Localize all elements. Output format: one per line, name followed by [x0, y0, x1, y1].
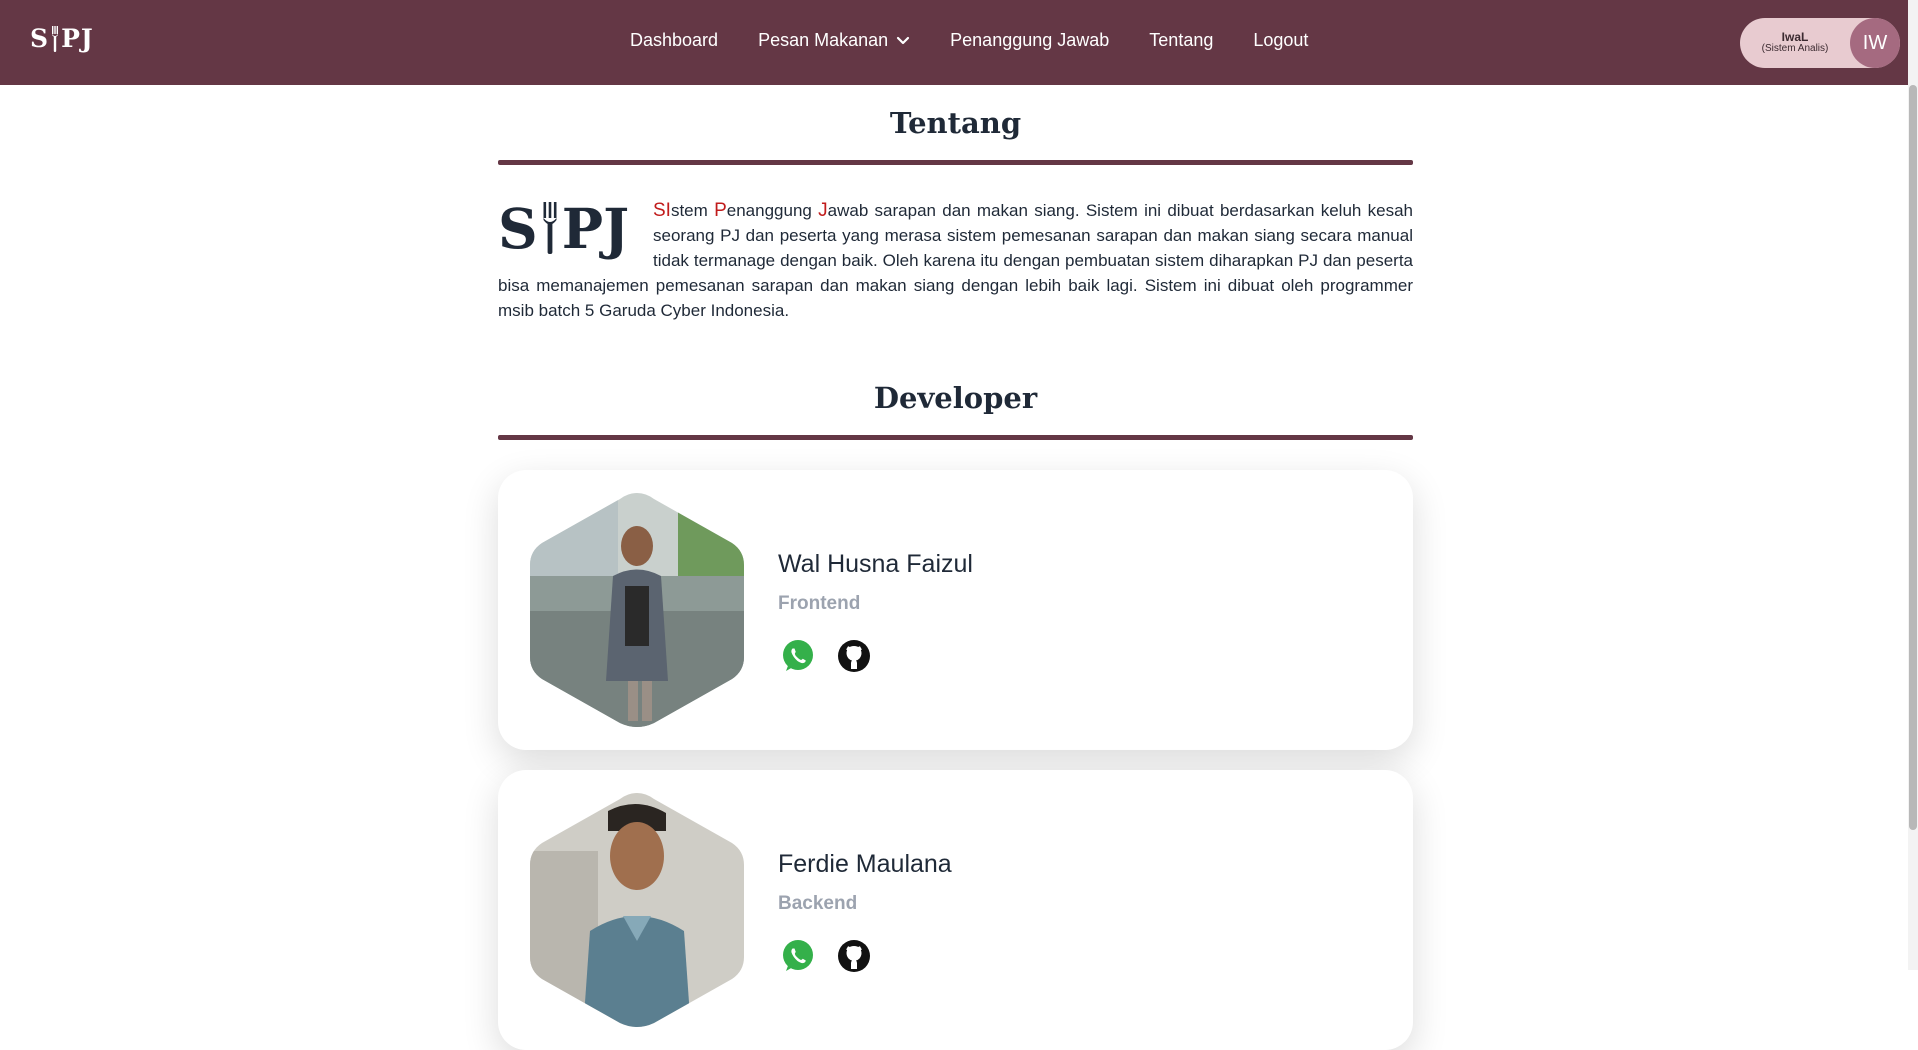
about-accent-si: SI — [653, 200, 671, 221]
user-info: IwaL (Sistem Analis) — [1740, 31, 1850, 54]
github-icon[interactable] — [836, 938, 872, 974]
about-text-2: enanggung — [726, 201, 819, 220]
nav-logout[interactable]: Logout — [1253, 30, 1308, 51]
brand-letter-s: S — [30, 24, 50, 53]
nav-pesan-makanan[interactable]: Pesan Makanan — [758, 30, 910, 51]
developer-role: Backend — [778, 893, 858, 914]
about-text-1: stem — [670, 201, 715, 220]
nav-penanggung-jawab[interactable]: Penanggung Jawab — [950, 30, 1109, 51]
avatar[interactable]: IW — [1850, 18, 1900, 68]
fork-icon — [543, 202, 557, 254]
about-description: S PJ SIstem Penanggung Jawab sarapan dan… — [498, 198, 1413, 323]
developer-title: Developer — [873, 381, 1038, 415]
about-logo-pj: PJ — [561, 195, 630, 261]
developer-social-links — [780, 638, 872, 674]
about-accent-p: P — [714, 200, 727, 221]
developer-role: Frontend — [778, 593, 861, 614]
brand-logo[interactable]: S PJ — [30, 24, 94, 53]
scrollbar[interactable] — [1908, 0, 1918, 970]
developer-card: Ferdie Maulana Backend — [498, 770, 1413, 1050]
developer-name: Ferdie Maulana — [778, 850, 952, 878]
developer-photo — [530, 493, 744, 727]
brand-letters-pj: PJ — [61, 24, 94, 53]
about-divider — [498, 160, 1413, 165]
whatsapp-icon[interactable] — [780, 638, 816, 674]
nav-dashboard[interactable]: Dashboard — [630, 30, 718, 51]
about-logo-s: S — [498, 195, 538, 261]
user-menu[interactable]: IwaL (Sistem Analis) IW — [1740, 18, 1900, 68]
main-nav: Dashboard Pesan Makanan Penanggung Jawab… — [630, 30, 1308, 51]
chevron-down-icon — [897, 36, 910, 44]
about-title: Tentang — [889, 106, 1022, 140]
developer-divider — [498, 435, 1413, 440]
nav-pesan-makanan-label: Pesan Makanan — [758, 30, 889, 50]
developer-card: Wal Husna Faizul Frontend — [498, 470, 1413, 750]
developer-name: Wal Husna Faizul — [778, 550, 973, 578]
user-role: (Sistem Analis) — [1761, 43, 1829, 55]
nav-tentang[interactable]: Tentang — [1149, 30, 1213, 51]
scrollbar-thumb[interactable] — [1909, 85, 1917, 830]
fork-icon — [52, 25, 59, 52]
developer-photo — [530, 793, 744, 1027]
top-navbar: S PJ Dashboard Pesan Makanan Penanggung … — [0, 0, 1908, 85]
about-logo: S PJ — [498, 198, 643, 258]
whatsapp-icon[interactable] — [780, 938, 816, 974]
github-icon[interactable] — [836, 638, 872, 674]
about-accent-j: J — [818, 200, 828, 221]
developer-social-links — [780, 938, 872, 974]
